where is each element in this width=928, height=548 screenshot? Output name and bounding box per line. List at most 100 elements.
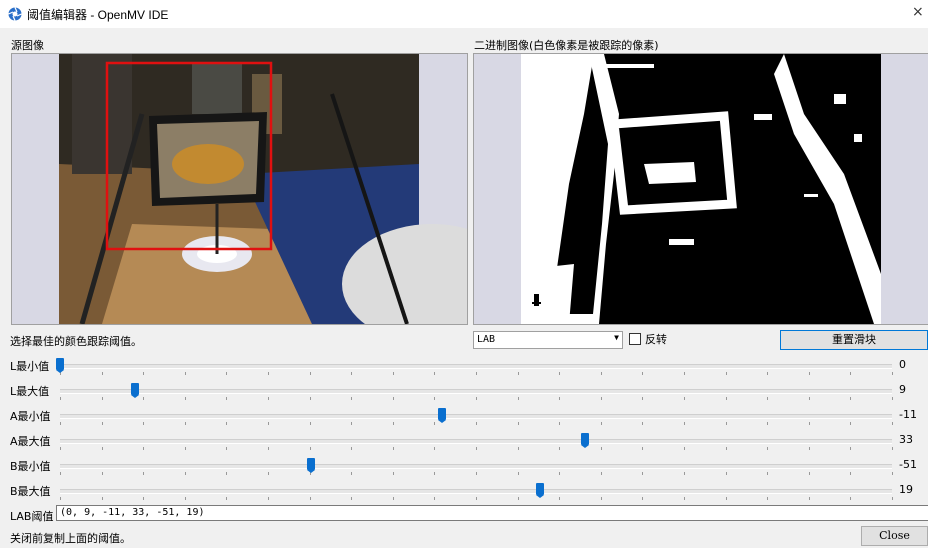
- slider-tick: [892, 372, 893, 375]
- slider-tick: [351, 447, 352, 450]
- slider-tick: [310, 447, 311, 450]
- slider-tick: [684, 372, 685, 375]
- slider-tick: [726, 472, 727, 475]
- slider-tick: [809, 422, 810, 425]
- slider-thumb[interactable]: [438, 408, 446, 423]
- slider-tick: [226, 447, 227, 450]
- slider-tick: [476, 422, 477, 425]
- slider-tick: [434, 497, 435, 500]
- slider-tick: [850, 447, 851, 450]
- slider-l-min[interactable]: [56, 358, 893, 375]
- slider-tick: [684, 447, 685, 450]
- slider-tick: [892, 497, 893, 500]
- slider-value: 0: [899, 358, 906, 371]
- slider-tick: [268, 372, 269, 375]
- slider-tick: [143, 422, 144, 425]
- instruction-text: 选择最佳的颜色跟踪阈值。: [10, 335, 142, 348]
- slider-tick: [642, 372, 643, 375]
- slider-thumb[interactable]: [56, 358, 64, 373]
- slider-tick: [809, 497, 810, 500]
- slider-tick: [726, 422, 727, 425]
- slider-tick: [850, 472, 851, 475]
- slider-a-max[interactable]: [60, 433, 893, 450]
- slider-thumb[interactable]: [581, 433, 589, 448]
- slider-tick: [518, 422, 519, 425]
- slider-tick: [185, 372, 186, 375]
- colorspace-value: LAB: [477, 334, 496, 345]
- slider-tick: [767, 372, 768, 375]
- colorspace-dropdown[interactable]: LAB ▼: [473, 331, 623, 349]
- slider-tick: [351, 372, 352, 375]
- slider-tick: [60, 472, 61, 475]
- slider-tick: [268, 447, 269, 450]
- slider-tick: [268, 397, 269, 400]
- slider-tick: [226, 472, 227, 475]
- slider-tick: [559, 422, 560, 425]
- slider-l-max[interactable]: [60, 383, 893, 400]
- slider-thumb[interactable]: [131, 383, 139, 398]
- footer-hint: 关闭前复制上面的阈值。: [10, 532, 131, 545]
- lab-threshold-field[interactable]: (0, 9, -11, 33, -51, 19): [56, 505, 928, 521]
- slider-thumb[interactable]: [307, 458, 315, 473]
- slider-tick: [642, 447, 643, 450]
- slider-tick: [559, 447, 560, 450]
- slider-label: L最小值: [10, 360, 50, 373]
- window-close-icon[interactable]: ×: [912, 4, 924, 20]
- slider-tick: [850, 497, 851, 500]
- slider-tick: [226, 372, 227, 375]
- slider-tick: [102, 497, 103, 500]
- slider-row-b-max: B最大值 19: [0, 480, 928, 502]
- slider-tick: [476, 397, 477, 400]
- slider-label: A最小值: [10, 410, 51, 423]
- slider-tick: [60, 447, 61, 450]
- slider-tick: [809, 472, 810, 475]
- close-button[interactable]: Close: [861, 526, 928, 546]
- slider-tick: [185, 472, 186, 475]
- slider-tick: [393, 422, 394, 425]
- binary-image-view[interactable]: [473, 53, 928, 325]
- slider-tick: [892, 447, 893, 450]
- slider-tick: [559, 372, 560, 375]
- slider-value: -51: [899, 458, 917, 471]
- slider-tick: [642, 422, 643, 425]
- slider-tick: [102, 447, 103, 450]
- slider-tick: [892, 422, 893, 425]
- slider-b-min[interactable]: [60, 458, 893, 475]
- reset-sliders-button[interactable]: 重置滑块: [780, 330, 928, 350]
- slider-tick: [892, 472, 893, 475]
- slider-tick: [684, 422, 685, 425]
- slider-tick: [767, 447, 768, 450]
- slider-a-min[interactable]: [60, 408, 893, 425]
- openmv-aperture-icon: [8, 7, 22, 21]
- slider-tick: [185, 447, 186, 450]
- slider-row-a-max: A最大值 33: [0, 430, 928, 452]
- slider-tick: [476, 372, 477, 375]
- slider-tick: [767, 422, 768, 425]
- slider-b-max[interactable]: [60, 483, 893, 500]
- slider-label: A最大值: [10, 435, 51, 448]
- slider-row-a-min: A最小值 -11: [0, 405, 928, 427]
- invert-checkbox[interactable]: [629, 333, 641, 345]
- slider-tick: [143, 372, 144, 375]
- slider-tick: [393, 447, 394, 450]
- source-image-label: 源图像: [11, 39, 44, 52]
- slider-tick: [559, 397, 560, 400]
- slider-tick: [102, 422, 103, 425]
- slider-tick: [268, 422, 269, 425]
- slider-tick: [518, 472, 519, 475]
- source-image-view[interactable]: [11, 53, 468, 325]
- slider-tick: [850, 422, 851, 425]
- slider-tick: [143, 497, 144, 500]
- binary-image-label: 二进制图像(白色像素是被跟踪的像素): [474, 39, 659, 52]
- slider-tick: [809, 397, 810, 400]
- slider-tick: [601, 447, 602, 450]
- slider-tick: [143, 472, 144, 475]
- slider-tick: [393, 472, 394, 475]
- slider-tick: [60, 497, 61, 500]
- slider-tick: [767, 397, 768, 400]
- slider-thumb[interactable]: [536, 483, 544, 498]
- slider-tick: [767, 497, 768, 500]
- slider-tick: [351, 497, 352, 500]
- invert-label: 反转: [645, 333, 667, 346]
- slider-tick: [102, 472, 103, 475]
